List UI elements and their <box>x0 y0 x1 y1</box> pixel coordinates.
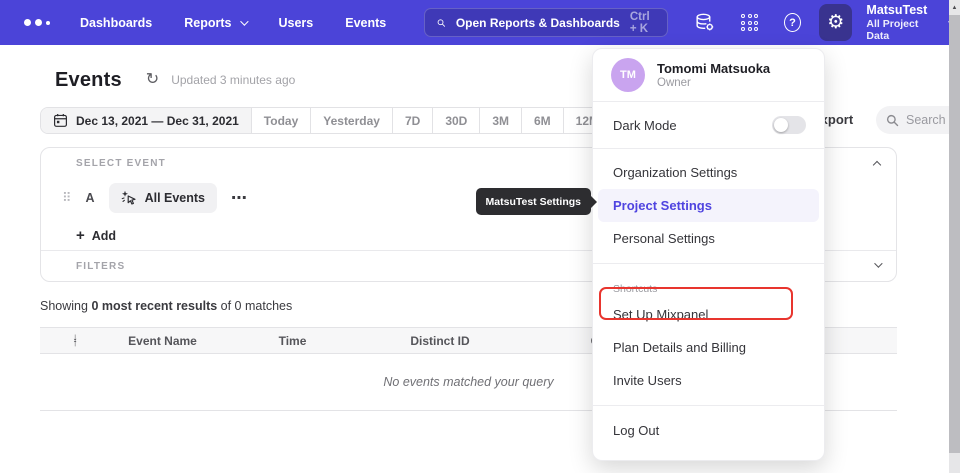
data-management-icon[interactable] <box>694 12 715 33</box>
apps-grid-icon[interactable] <box>741 14 759 31</box>
column-header-time: Time <box>278 333 307 348</box>
settings-dropdown-menu: TM Tomomi Matsuoka Owner Dark Mode Organ… <box>592 48 825 461</box>
shortcuts-group: Shortcuts Set Up Mixpanel Plan Details a… <box>593 264 824 406</box>
chevron-down-icon <box>240 16 250 26</box>
scrollbar-up-arrow-icon[interactable]: ▲ <box>949 0 960 15</box>
column-header-event-name: Event Name <box>128 333 197 348</box>
menu-item-personal-settings[interactable]: Personal Settings <box>593 222 824 255</box>
results-search-input[interactable]: Search <box>876 106 960 134</box>
mixpanel-logo-icon[interactable] <box>24 19 50 26</box>
expand-filters-icon[interactable] <box>874 259 883 268</box>
dark-mode-toggle[interactable] <box>772 116 806 134</box>
project-scope: All Project Data <box>866 17 919 42</box>
nav-right-group: ? ⚙ MatsuTest All Project Data <box>668 3 956 42</box>
scrollbar-thumb[interactable] <box>949 15 960 453</box>
global-search-bar[interactable]: Open Reports & Dashboards Ctrl + K <box>424 8 669 37</box>
vertical-scrollbar[interactable]: ▲ <box>949 0 960 473</box>
nav-item-users[interactable]: Users <box>278 16 313 30</box>
shortcuts-section-label: Shortcuts <box>613 283 658 295</box>
logout-group: Log Out <box>593 406 824 460</box>
user-info-row: TM Tomomi Matsuoka Owner <box>593 49 824 102</box>
toggle-knob <box>774 118 788 132</box>
menu-item-organization-settings[interactable]: Organization Settings <box>593 156 824 189</box>
global-search-placeholder: Open Reports & Dashboards <box>455 15 620 30</box>
column-header-distinct-id: Distinct ID <box>410 333 470 348</box>
tooltip: MatsuTest Settings <box>475 188 591 215</box>
results-search-placeholder: Search <box>906 113 946 127</box>
preset-6m[interactable]: 6M <box>521 108 563 133</box>
dark-mode-label: Dark Mode <box>613 117 677 133</box>
date-range-value: Dec 13, 2021 — Dec 31, 2021 <box>76 113 239 128</box>
date-range-control: Dec 13, 2021 — Dec 31, 2021 Today Yester… <box>40 107 613 134</box>
empty-results-message: No events matched your query <box>383 375 554 389</box>
preset-today[interactable]: Today <box>250 108 310 133</box>
help-icon[interactable]: ? <box>784 13 802 32</box>
event-row-letter: A <box>85 191 95 205</box>
project-switcher[interactable]: MatsuTest All Project Data <box>866 3 934 42</box>
preset-3m[interactable]: 3M <box>479 108 521 133</box>
menu-item-dark-mode[interactable]: Dark Mode <box>593 102 824 149</box>
user-name: Tomomi Matsuoka <box>657 60 771 76</box>
avatar: TM <box>611 58 645 92</box>
calendar-icon <box>53 113 68 127</box>
preset-30d[interactable]: 30D <box>432 108 479 133</box>
drag-handle-icon[interactable]: ⠿ <box>62 190 72 206</box>
top-nav: Dashboards Reports Users Events Open Rep… <box>0 0 960 45</box>
menu-item-plan-details-billing[interactable]: Plan Details and Billing <box>593 331 824 364</box>
menu-item-project-settings[interactable]: Project Settings <box>598 189 819 222</box>
settings-group: Organization Settings Project Settings P… <box>593 149 824 320</box>
event-options-ellipsis-icon[interactable]: ⋯ <box>231 188 248 208</box>
preset-yesterday[interactable]: Yesterday <box>310 108 392 133</box>
menu-item-log-out[interactable]: Log Out <box>593 414 824 447</box>
event-chip-label: All Events <box>144 191 205 205</box>
plus-icon: + <box>76 227 85 244</box>
add-event-label: Add <box>91 228 117 243</box>
event-selector-chip[interactable]: All Events <box>108 183 217 213</box>
search-icon <box>886 114 899 126</box>
settings-gear-button[interactable]: ⚙ <box>819 4 853 41</box>
menu-item-invite-users[interactable]: Invite Users <box>593 364 824 397</box>
nav-item-reports[interactable]: Reports <box>184 16 250 30</box>
nav-item-events[interactable]: Events <box>345 16 386 30</box>
search-shortcut: Ctrl + K <box>629 10 650 35</box>
tooltip-text: MatsuTest Settings <box>485 195 581 208</box>
updated-timestamp: Updated 3 minutes ago <box>171 73 296 87</box>
add-event-button[interactable]: + Add <box>76 228 116 243</box>
all-events-icon <box>121 190 136 205</box>
page-title: Events <box>55 68 122 91</box>
row-height-toggle-icon[interactable]: ↓ ↑ <box>40 333 110 348</box>
preset-7d[interactable]: 7D <box>391 108 432 133</box>
date-range-picker[interactable]: Dec 13, 2021 — Dec 31, 2021 <box>41 108 251 133</box>
menu-item-set-up-mixpanel[interactable]: Set Up Mixpanel <box>593 298 824 331</box>
nav-item-dashboards[interactable]: Dashboards <box>80 16 152 30</box>
user-role: Owner <box>657 77 691 90</box>
refresh-icon[interactable]: ↻ <box>146 72 159 88</box>
filters-label: FILTERS <box>76 260 126 272</box>
search-icon <box>437 18 446 27</box>
project-name: MatsuTest <box>866 3 928 18</box>
